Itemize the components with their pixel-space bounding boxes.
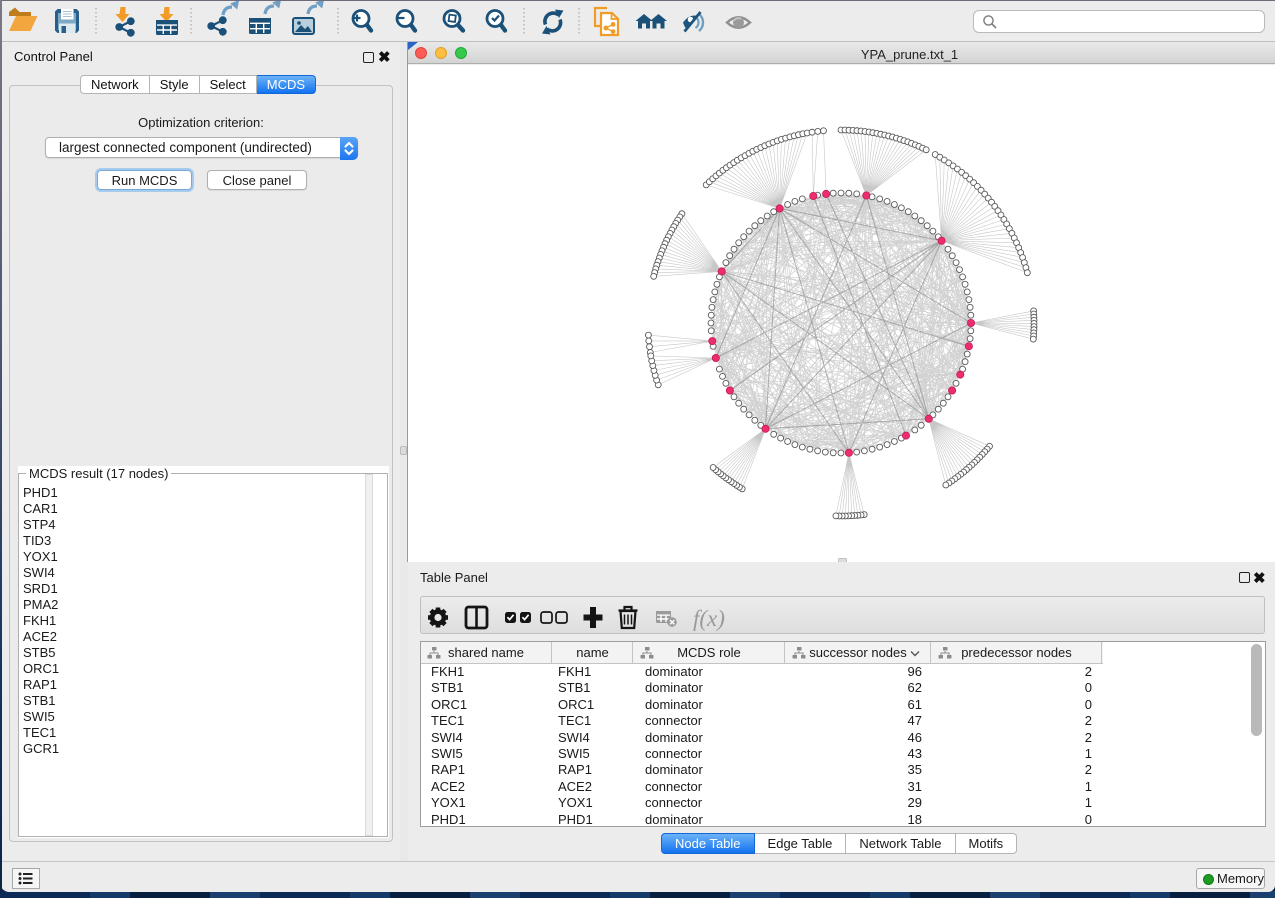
svg-text:f(x): f(x) bbox=[693, 606, 725, 631]
